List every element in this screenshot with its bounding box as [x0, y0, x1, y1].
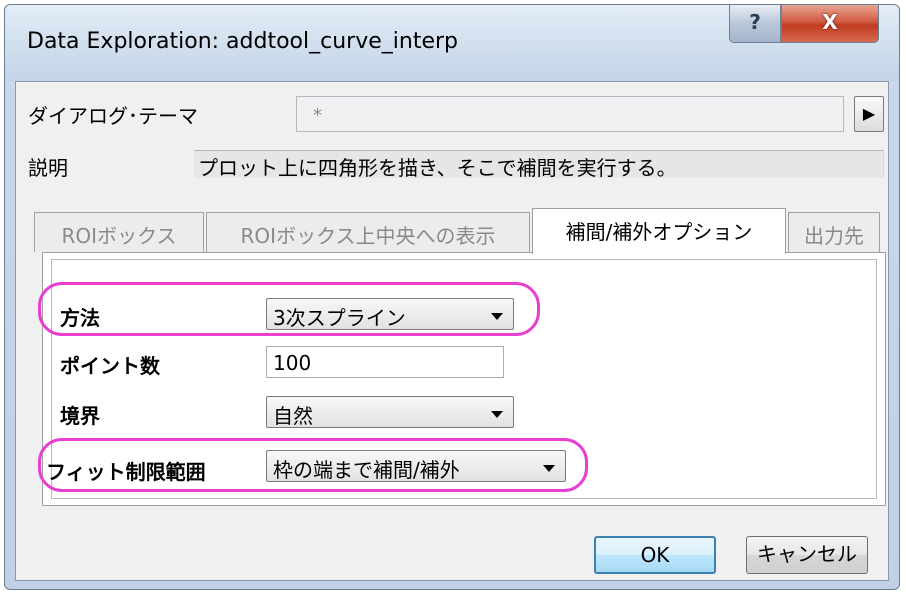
ok-button[interactable]: OK [594, 536, 716, 574]
method-label: 方法 [60, 306, 100, 330]
play-arrow-icon: ▶ [862, 104, 876, 123]
points-input[interactable]: 100 [266, 346, 504, 378]
boundary-value: 自然 [273, 404, 313, 428]
window-title: Data Exploration: addtool_curve_interp [27, 29, 458, 54]
method-value: 3次スプライン [273, 306, 406, 330]
close-icon: X [822, 10, 838, 34]
boundary-label: 境界 [60, 404, 100, 428]
theme-label: ダイアログ･テーマ [28, 104, 198, 128]
fit-limit-label: フィット制限範囲 [46, 460, 206, 484]
points-label: ポイント数 [60, 354, 160, 378]
help-button[interactable]: ? [729, 5, 781, 43]
chevron-down-icon [491, 411, 503, 418]
dialog-window: Data Exploration: addtool_curve_interp ?… [4, 4, 900, 590]
cancel-button[interactable]: キャンセル [746, 536, 868, 574]
boundary-dropdown[interactable]: 自然 [266, 396, 514, 428]
help-icon: ? [749, 10, 761, 34]
tab-output[interactable]: 出力先 [788, 212, 880, 252]
dialog-client-area: ダイアログ･テーマ * ▶ 説明 プロット上に四角形を描き、そこで補間を実行する… [15, 81, 889, 581]
chevron-down-icon [491, 313, 503, 320]
description-label: 説明 [28, 156, 68, 180]
tab-interp-extrap-options[interactable]: 補間/補外オプション [532, 208, 786, 254]
tab-roi-box[interactable]: ROIボックス [34, 212, 204, 252]
theme-menu-button[interactable]: ▶ [854, 96, 884, 132]
theme-input[interactable]: * [296, 96, 844, 132]
chevron-down-icon [543, 465, 555, 472]
tab-roi-box-top-center[interactable]: ROIボックス上中央への表示 [206, 212, 530, 252]
method-dropdown[interactable]: 3次スプライン [266, 298, 514, 330]
fit-limit-value: 枠の端まで補間/補外 [273, 458, 460, 482]
description-text: プロット上に四角形を描き、そこで補間を実行する。 [198, 156, 677, 180]
title-bar: Data Exploration: addtool_curve_interp ?… [5, 5, 899, 81]
fit-limit-dropdown[interactable]: 枠の端まで補間/補外 [266, 450, 566, 482]
close-button[interactable]: X [781, 5, 879, 43]
